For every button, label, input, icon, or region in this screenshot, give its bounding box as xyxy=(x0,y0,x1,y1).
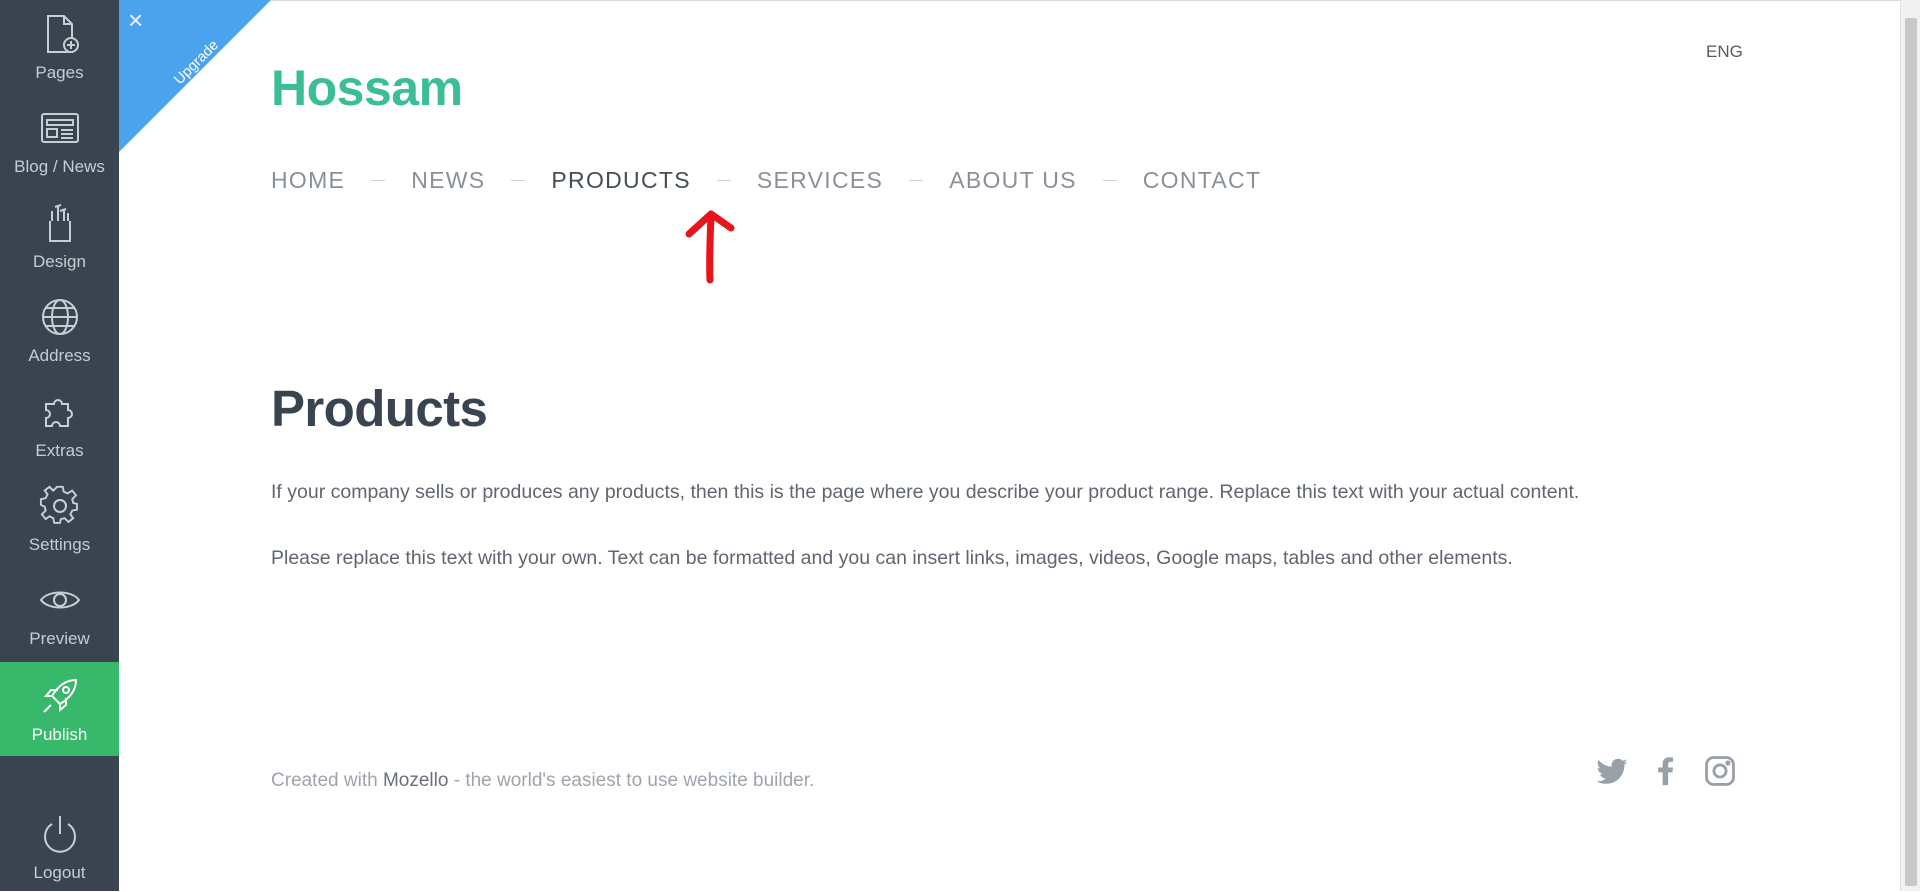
sidebar-item-label: Design xyxy=(33,252,86,271)
nav-separator xyxy=(909,180,924,181)
puzzle-icon xyxy=(38,390,82,434)
sidebar-item-label: Settings xyxy=(28,535,91,554)
nav-separator xyxy=(1102,180,1117,181)
nav-news[interactable]: NEWS xyxy=(411,167,485,194)
upgrade-premium-ribbon[interactable]: × Upgrade to Premium xyxy=(119,0,271,152)
website-preview: Hossam ENG HOME NEWS PRODUCTS SERVICES A… xyxy=(119,0,1900,891)
gear-icon xyxy=(38,484,82,528)
footer-suffix: - the world's easiest to use website bui… xyxy=(448,770,815,791)
publish-button[interactable]: Publish xyxy=(0,662,119,756)
close-icon[interactable]: × xyxy=(128,7,143,33)
sidebar-item-label: Preview xyxy=(29,629,90,648)
sidebar-item-pages[interactable]: Pages xyxy=(0,0,119,92)
sidebar-item-logout[interactable]: Logout xyxy=(0,800,119,892)
sidebar-item-label: Publish xyxy=(31,725,88,744)
language-selector[interactable]: ENG xyxy=(1706,42,1743,62)
eye-icon xyxy=(38,578,82,622)
sidebar-item-blog-news[interactable]: Blog / News xyxy=(0,94,119,186)
facebook-icon[interactable] xyxy=(1646,751,1686,791)
newspaper-icon xyxy=(38,106,82,150)
globe-icon xyxy=(38,295,82,339)
scrollbar-thumb[interactable] xyxy=(1905,18,1917,886)
footer-prefix: Created with xyxy=(271,770,383,791)
paint-brush-icon xyxy=(38,201,82,245)
mozello-link[interactable]: Mozello xyxy=(383,770,448,791)
content-paragraph: Please replace this text with your own. … xyxy=(271,547,1513,569)
power-icon xyxy=(38,812,82,856)
nav-services[interactable]: SERVICES xyxy=(757,167,883,194)
page-title: Products xyxy=(271,380,488,437)
twitter-icon[interactable] xyxy=(1592,751,1632,791)
new-page-icon xyxy=(38,12,82,56)
editor-sidebar: Pages Blog / News Design Address Extras … xyxy=(0,0,119,891)
instagram-icon[interactable] xyxy=(1700,751,1740,791)
nav-contact[interactable]: CONTACT xyxy=(1143,167,1262,194)
nav-separator xyxy=(371,180,386,181)
sidebar-item-label: Blog / News xyxy=(14,157,105,176)
red-arrow-annotation xyxy=(685,210,735,284)
vertical-scrollbar[interactable] xyxy=(1900,0,1920,891)
sidebar-item-label: Address xyxy=(28,346,91,365)
sidebar-item-settings[interactable]: Settings xyxy=(0,472,119,564)
rocket-icon xyxy=(38,674,82,718)
sidebar-item-address[interactable]: Address xyxy=(0,283,119,375)
nav-separator xyxy=(511,180,526,181)
nav-products[interactable]: PRODUCTS xyxy=(551,167,690,194)
site-navigation: HOME NEWS PRODUCTS SERVICES ABOUT US CON… xyxy=(271,167,1261,194)
site-logo[interactable]: Hossam xyxy=(271,59,463,117)
sidebar-item-label: Extras xyxy=(35,441,84,460)
nav-home[interactable]: HOME xyxy=(271,167,345,194)
footer-credit: Created with Mozello - the world's easie… xyxy=(271,770,814,792)
content-paragraph: If your company sells or produces any pr… xyxy=(271,481,1580,503)
sidebar-item-label: Pages xyxy=(35,63,84,82)
nav-separator xyxy=(716,180,731,181)
sidebar-item-design[interactable]: Design xyxy=(0,189,119,281)
sidebar-item-label: Logout xyxy=(33,863,86,882)
nav-about-us[interactable]: ABOUT US xyxy=(949,167,1077,194)
sidebar-item-preview[interactable]: Preview xyxy=(0,566,119,658)
sidebar-item-extras[interactable]: Extras xyxy=(0,378,119,470)
